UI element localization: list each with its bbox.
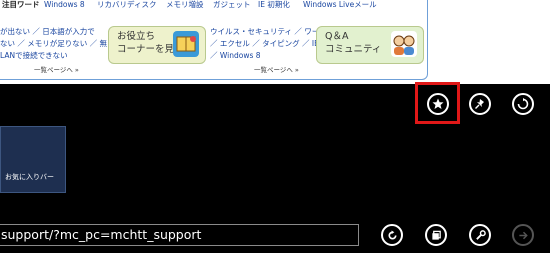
trouble-link[interactable]: LANで接続できない bbox=[0, 51, 68, 61]
featured-link[interactable]: リカバリディスク bbox=[97, 0, 156, 10]
tile-label: お気に入りバー bbox=[5, 173, 54, 181]
tips-card[interactable]: お役立ち コーナーを見る bbox=[108, 26, 206, 64]
featured-link[interactable]: Windows Liveメール bbox=[303, 0, 377, 10]
featured-label: 注目ワード bbox=[2, 0, 40, 9]
more-link[interactable]: 一覧ページへ » bbox=[34, 65, 79, 75]
topic-link[interactable]: ／ Windows 8 bbox=[210, 51, 261, 61]
tabs-icon[interactable] bbox=[425, 224, 447, 246]
address-bar-input[interactable]: support/?mc_pc=mchtt_support bbox=[0, 224, 359, 246]
people-icon bbox=[391, 31, 417, 57]
topic-link[interactable]: ／ エクセル ／ タイピング ／ IE9 bbox=[210, 39, 324, 49]
topic-link[interactable]: ウイルス・セキュリティ ／ ワード bbox=[210, 27, 327, 37]
qa-card-line2: コミュニティ bbox=[325, 44, 382, 55]
refresh-icon[interactable] bbox=[381, 224, 403, 246]
more-link[interactable]: 一覧ページへ » bbox=[254, 65, 299, 75]
trouble-link[interactable]: ない ／ メモリが足りない ／ 無 bbox=[0, 39, 107, 49]
favorites-bar-tile[interactable]: お気に入りバー bbox=[0, 126, 66, 193]
qa-card-line1: Q＆A bbox=[325, 31, 349, 42]
trouble-link[interactable]: が出ない ／ 日本語が入力で bbox=[0, 27, 95, 37]
web-page-content: 注目ワード Windows 8 リカバリディスク メモリ増設 ガジェット IE … bbox=[0, 0, 550, 84]
qa-card[interactable]: Q＆A コミュニティ bbox=[316, 26, 424, 64]
featured-link[interactable]: IE 初期化 bbox=[258, 0, 290, 10]
featured-link[interactable]: メモリ増設 bbox=[166, 0, 204, 10]
forward-arrow-icon[interactable] bbox=[512, 224, 534, 246]
featured-link[interactable]: Windows 8 bbox=[44, 0, 85, 10]
tools-wrench-icon[interactable] bbox=[469, 224, 491, 246]
tips-card-line1: お役立ち bbox=[117, 31, 156, 42]
book-icon bbox=[173, 31, 199, 57]
page-tools-icon[interactable] bbox=[512, 93, 534, 115]
pin-icon[interactable] bbox=[469, 93, 491, 115]
favorites-highlight-box bbox=[415, 82, 460, 124]
featured-link[interactable]: ガジェット bbox=[213, 0, 251, 10]
